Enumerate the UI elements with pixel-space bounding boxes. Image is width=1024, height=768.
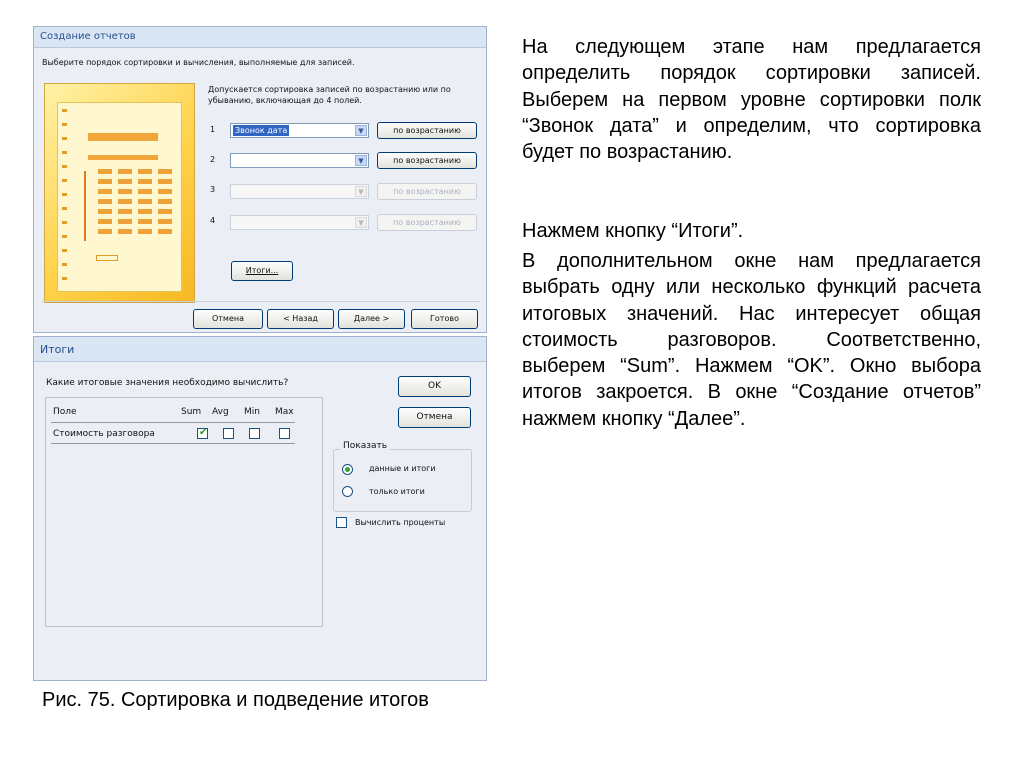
row-divider <box>51 443 295 444</box>
summary-dialog-title: Итоги <box>40 343 75 356</box>
sort-description: Допускается сортировка записей по возрас… <box>208 85 451 105</box>
sort-level-2-number: 2 <box>210 155 216 164</box>
summary-dialog-titlebar[interactable] <box>34 337 486 362</box>
sort-field-4-combo[interactable]: ▼ <box>230 215 369 230</box>
sort-order-4-button[interactable]: по возрастанию <box>377 214 477 231</box>
wizard-illustration <box>44 83 195 303</box>
sort-order-2-button[interactable]: по возрастанию <box>377 152 477 169</box>
figure-caption: Рис. 75. Сортировка и подведение итогов <box>42 689 429 711</box>
avg-checkbox[interactable] <box>223 428 234 439</box>
explanation-paragraph-1: На следующем этапе нам предлагается опре… <box>522 36 981 164</box>
show-groupbox <box>333 449 472 512</box>
column-header-max: Max <box>275 407 294 417</box>
sort-field-1-combo[interactable]: Звонок дата ▼ <box>230 123 369 138</box>
header-divider <box>51 422 295 423</box>
sort-level-3-number: 3 <box>210 185 216 194</box>
column-header-sum: Sum <box>181 407 202 417</box>
chevron-down-icon[interactable]: ▼ <box>355 155 367 166</box>
back-button[interactable]: < Назад <box>267 309 334 329</box>
calculate-percent-checkbox[interactable] <box>336 517 347 528</box>
report-wizard-window: Создание отчетов Выберите порядок сортир… <box>33 26 487 333</box>
sum-checkbox[interactable]: ✔ <box>197 427 208 439</box>
sort-level-4-number: 4 <box>210 216 216 225</box>
cancel-button[interactable]: Отмена <box>193 309 263 329</box>
next-button[interactable]: Далее > <box>338 309 405 329</box>
footer-divider <box>42 301 480 302</box>
summary-dialog: Итоги Какие итоговые значения необходимо… <box>33 336 487 681</box>
check-icon: ✔ <box>199 427 208 438</box>
show-group-label: Показать <box>340 441 391 451</box>
report-wizard-title: Создание отчетов <box>40 31 136 42</box>
finish-button[interactable]: Готово <box>411 309 478 329</box>
summary-button[interactable]: Итоги... <box>231 261 293 281</box>
calculate-percent-label[interactable]: Вычислить проценты <box>355 518 445 527</box>
column-header-min: Min <box>244 407 260 417</box>
explanation-paragraph-3: В дополнительном окне нам предлагается в… <box>522 250 981 430</box>
report-page-image <box>57 102 182 292</box>
sort-field-2-combo[interactable]: ▼ <box>230 153 369 168</box>
summary-only-label[interactable]: только итоги <box>369 487 425 496</box>
max-checkbox[interactable] <box>279 428 290 439</box>
chevron-down-icon[interactable]: ▼ <box>355 217 367 228</box>
min-checkbox[interactable] <box>249 428 260 439</box>
summary-only-radio[interactable] <box>342 486 353 497</box>
sort-order-3-button[interactable]: по возрастанию <box>377 183 477 200</box>
column-header-avg: Avg <box>212 407 229 417</box>
report-wizard-instruction: Выберите порядок сортировки и вычисления… <box>42 58 355 67</box>
summary-question: Какие итоговые значения необходимо вычис… <box>46 378 289 388</box>
table-row-field-name: Стоимость разговора <box>53 429 155 439</box>
sort-order-1-button[interactable]: по возрастанию <box>377 122 477 139</box>
sort-field-1-value: Звонок дата <box>233 125 290 136</box>
chevron-down-icon[interactable]: ▼ <box>355 186 367 197</box>
explanation-paragraph-2: Нажмем кнопку “Итоги”. <box>522 220 744 242</box>
details-and-summary-radio[interactable] <box>342 464 353 475</box>
column-header-field: Поле <box>53 407 77 417</box>
summary-cancel-button[interactable]: Отмена <box>398 407 471 428</box>
sort-level-1-number: 1 <box>210 125 216 134</box>
ok-button[interactable]: OK <box>398 376 471 397</box>
radio-selected-dot <box>345 467 350 472</box>
chevron-down-icon[interactable]: ▼ <box>355 125 367 136</box>
details-and-summary-label[interactable]: данные и итоги <box>369 464 436 473</box>
sort-field-3-combo[interactable]: ▼ <box>230 184 369 199</box>
